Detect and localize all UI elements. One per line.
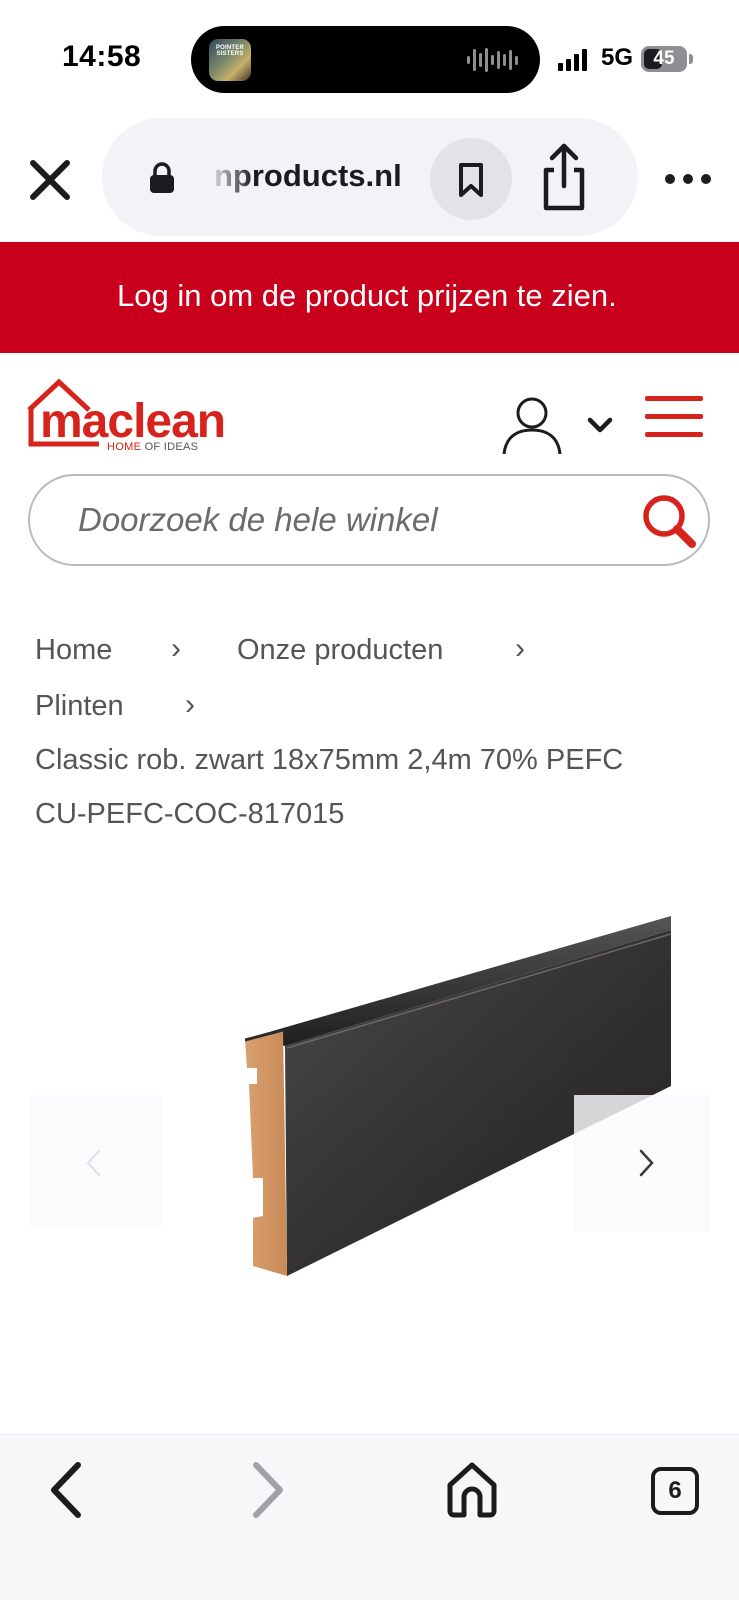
breadcrumb-onze-producten[interactable]: Onze producten bbox=[237, 634, 443, 667]
back-button[interactable] bbox=[44, 1459, 88, 1521]
forward-button[interactable] bbox=[246, 1459, 290, 1521]
home-button[interactable] bbox=[446, 1459, 498, 1519]
logo-tagline-home: HOME bbox=[107, 441, 142, 453]
more-icon bbox=[665, 174, 711, 184]
search-input[interactable] bbox=[78, 494, 598, 546]
status-bar: 14:58 POINTER SISTERS 5G 45 bbox=[0, 0, 739, 112]
breadcrumb-separator-icon: › bbox=[185, 688, 195, 721]
menu-line bbox=[645, 432, 703, 437]
account-button[interactable] bbox=[500, 396, 566, 456]
breadcrumb-separator-icon: › bbox=[171, 632, 181, 665]
home-icon bbox=[447, 1462, 497, 1518]
logo-tagline-ideas: OF IDEAS bbox=[144, 441, 199, 453]
search-bar[interactable] bbox=[28, 474, 710, 566]
cellular-signal-icon bbox=[558, 49, 587, 71]
menu-line bbox=[645, 414, 703, 419]
battery-icon: 45 bbox=[641, 46, 687, 72]
now-playing-artwork: POINTER SISTERS bbox=[209, 39, 251, 81]
browser-toolbar: nproducts.nl bbox=[0, 112, 739, 242]
close-button[interactable] bbox=[24, 154, 76, 206]
chevron-right-icon bbox=[253, 1462, 283, 1518]
share-button[interactable] bbox=[534, 140, 594, 216]
gallery-next-button[interactable] bbox=[574, 1095, 710, 1231]
login-banner[interactable]: Log in om de product prijzen te zien. bbox=[0, 242, 739, 353]
site-logo[interactable]: maclean HOME OF IDEAS bbox=[25, 378, 239, 453]
share-icon bbox=[543, 143, 585, 211]
chevron-left-icon bbox=[86, 1149, 101, 1177]
chevron-left-icon bbox=[51, 1462, 81, 1518]
chevron-down-icon bbox=[587, 417, 613, 433]
bookmark-icon bbox=[459, 163, 483, 197]
now-playing-artwork-text: POINTER SISTERS bbox=[215, 45, 245, 57]
login-banner-text[interactable]: Log in om de product prijzen te zien. bbox=[117, 278, 617, 314]
lock-icon bbox=[148, 162, 176, 194]
close-icon bbox=[30, 160, 70, 200]
browser-bottom-nav: 6 bbox=[0, 1434, 739, 1600]
battery-level: 45 bbox=[653, 48, 675, 69]
hamburger-menu-button[interactable] bbox=[645, 396, 703, 438]
breadcrumb-current-line1: Classic rob. zwart 18x75mm 2,4m 70% PEFC bbox=[35, 744, 624, 776]
search-button[interactable] bbox=[640, 492, 698, 550]
breadcrumb-home[interactable]: Home bbox=[35, 634, 112, 667]
product-gallery bbox=[0, 900, 739, 1300]
menu-line bbox=[645, 396, 703, 401]
tab-count: 6 bbox=[668, 1477, 682, 1504]
search-icon bbox=[643, 495, 696, 548]
breadcrumb-plinten[interactable]: Plinten bbox=[35, 690, 124, 723]
user-icon bbox=[502, 397, 562, 455]
battery-cap bbox=[689, 54, 693, 64]
breadcrumb-current-line2: CU-PEFC-COC-817015 bbox=[35, 798, 345, 830]
gallery-prev-button[interactable] bbox=[30, 1095, 162, 1229]
audio-waveform-icon bbox=[467, 47, 518, 73]
chevron-right-icon bbox=[639, 1149, 654, 1177]
more-button[interactable] bbox=[663, 164, 713, 194]
bookmark-button[interactable] bbox=[430, 138, 512, 220]
dynamic-island[interactable]: POINTER SISTERS bbox=[191, 26, 540, 93]
breadcrumb-separator-icon: › bbox=[515, 632, 525, 665]
tabs-button[interactable]: 6 bbox=[651, 1467, 699, 1515]
network-type: 5G bbox=[601, 44, 634, 71]
status-time: 14:58 bbox=[62, 40, 142, 73]
logo-tagline: HOME OF IDEAS bbox=[107, 441, 198, 453]
address-bar[interactable]: nproducts.nl bbox=[102, 118, 638, 236]
account-dropdown-toggle[interactable] bbox=[586, 414, 614, 436]
